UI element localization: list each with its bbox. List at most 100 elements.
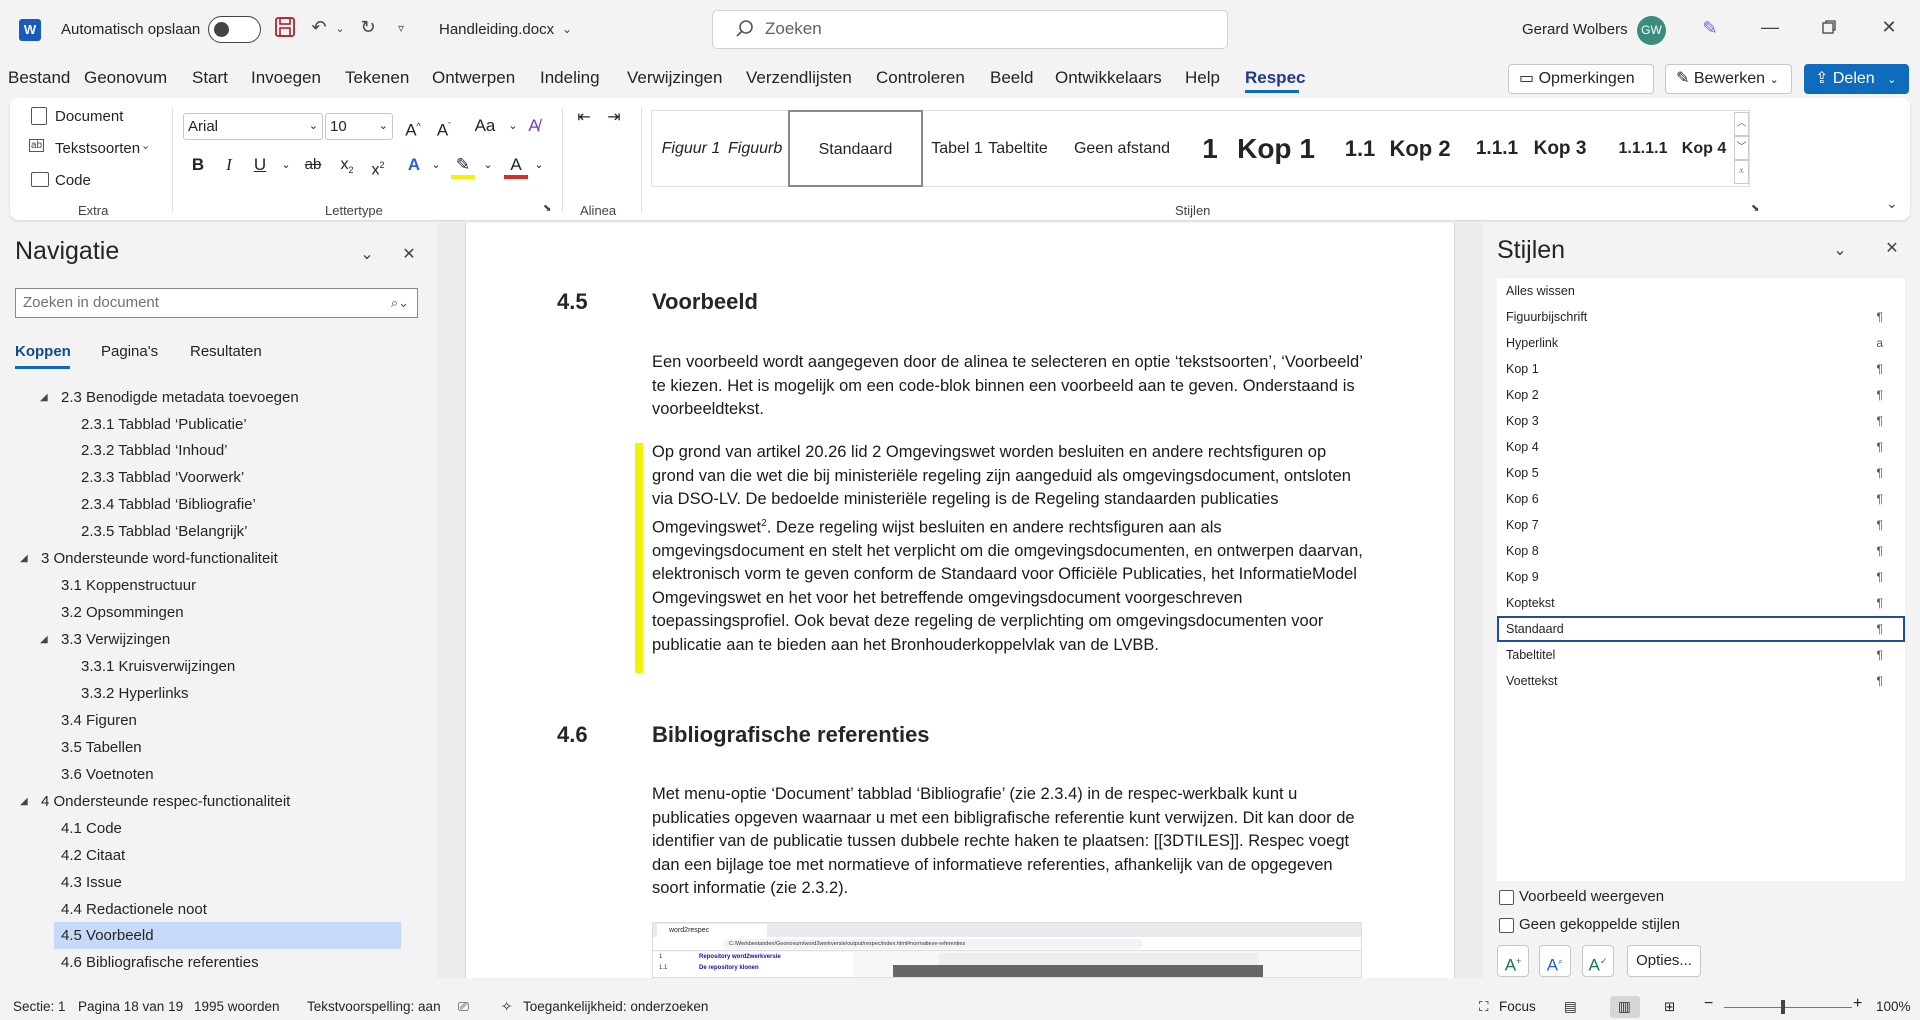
nav-item[interactable]: 2.3.4 Tabblad ‘Bibliografie’ [81, 491, 256, 518]
styles-gallery[interactable]: Figuur 1 Figuurb Standaard Tabel 1 Tabel… [651, 110, 1750, 187]
collapse-triangle-icon[interactable]: ◢ [20, 796, 28, 807]
style-tabel1[interactable]: Tabel 1 [927, 111, 987, 186]
zoom-out-icon[interactable]: − [1704, 995, 1713, 1013]
search-icon[interactable]: ⌕⌄ [391, 289, 409, 317]
style-row[interactable]: Kop 4 ¶ [1497, 434, 1905, 460]
tab-koppen[interactable]: Koppen [15, 343, 71, 360]
nav-item[interactable]: 2.3.3 Tabblad ‘Voorwerk’ [81, 464, 244, 491]
close-icon[interactable]: ✕ [1876, 14, 1902, 40]
collapse-triangle-icon[interactable]: ◢ [40, 392, 48, 403]
close-icon[interactable]: ✕ [398, 242, 420, 268]
nav-item[interactable]: 2.3.1 Tabblad ‘Publicatie’ [81, 411, 247, 438]
style-tabeltitel[interactable]: Tabeltite [988, 111, 1048, 186]
font-color-icon[interactable]: A [504, 153, 528, 179]
restore-icon[interactable] [1816, 16, 1842, 42]
underline-icon[interactable]: U [248, 153, 272, 177]
print-layout-icon[interactable]: ▥ [1618, 999, 1631, 1015]
increase-indent-icon[interactable]: ⇥ [602, 106, 626, 130]
chevron-down-icon[interactable]: ⌄ [527, 153, 551, 177]
read-mode-icon[interactable]: ▤ [1564, 999, 1577, 1015]
chevron-down-icon[interactable]: ⌄ [141, 139, 150, 152]
dialog-launcher-icon[interactable]: ⬊ [1751, 203, 1759, 214]
nav-item[interactable]: 3.6 Voetnoten [61, 761, 154, 788]
document-button[interactable]: Document [55, 108, 123, 125]
zoom-level[interactable]: 100% [1876, 999, 1911, 1014]
customize-toolbar-icon[interactable]: ▿ [391, 15, 411, 41]
status-page[interactable]: Pagina 18 van 19 [78, 999, 183, 1014]
search-in-document-input[interactable]: Zoeken in document ⌕⌄ [15, 288, 418, 318]
chevron-down-icon[interactable]: ⌄ [424, 153, 448, 177]
style-row[interactable]: Kop 1 ¶ [1497, 356, 1905, 382]
menu-indeling[interactable]: Indeling [540, 68, 600, 88]
nav-item[interactable]: 3.4 Figuren [61, 707, 137, 734]
style-row[interactable]: Koptekst ¶ [1497, 590, 1905, 616]
editing-button[interactable]: ✎ Bewerken ⌄ [1665, 64, 1792, 94]
zoom-in-icon[interactable]: + [1853, 995, 1862, 1013]
style-row[interactable]: Alles wissen [1497, 278, 1905, 304]
web-layout-icon[interactable]: ⊞ [1664, 999, 1675, 1015]
menu-ontwerpen[interactable]: Ontwerpen [432, 68, 515, 88]
decrease-indent-icon[interactable]: ⇤ [572, 106, 596, 130]
style-figuurbijschrift[interactable]: Figuurb [728, 111, 782, 186]
document-filename[interactable]: Handleiding.docx [439, 21, 554, 38]
nav-item[interactable]: 2.3.5 Tabblad ‘Belangrijk’ [81, 518, 248, 545]
style-kop1[interactable]: Kop 1 [1230, 111, 1322, 186]
chevron-down-icon[interactable]: ⌄ [1829, 238, 1851, 264]
menu-start[interactable]: Start [192, 68, 228, 88]
new-style-icon[interactable]: A+ [1497, 945, 1529, 977]
save-icon[interactable] [272, 16, 298, 45]
zoom-slider-track[interactable] [1724, 1007, 1852, 1008]
menu-tekenen[interactable]: Tekenen [345, 68, 409, 88]
chevron-down-icon[interactable]: ⌄ [476, 153, 500, 177]
nav-item-selected[interactable]: 4.5 Voorbeeld [61, 922, 154, 949]
tab-resultaten[interactable]: Resultaten [190, 343, 262, 360]
manage-styles-icon[interactable]: A✓ [1582, 945, 1614, 977]
filename-dropdown-icon[interactable]: ⌄ [558, 16, 576, 42]
strikethrough-icon[interactable]: ab [301, 153, 325, 177]
chevron-down-icon[interactable]: ⌄ [274, 153, 298, 177]
text-types-button[interactable]: Tekstsoorten [55, 140, 140, 157]
style-row[interactable]: Figuurbijschrift ¶ [1497, 304, 1905, 330]
close-icon[interactable]: ✕ [1881, 236, 1903, 262]
style-kop3[interactable]: Kop 3 [1527, 111, 1593, 186]
options-button[interactable]: Opties... [1627, 945, 1701, 977]
share-button[interactable]: ⇪ Delen ⌄ [1804, 64, 1909, 94]
nav-item[interactable]: 4.3 Issue [61, 869, 122, 896]
change-case-icon[interactable]: Aa [468, 114, 502, 138]
preview-checkbox[interactable] [1499, 890, 1514, 905]
highlight-icon[interactable]: ✎ [451, 153, 475, 179]
minimize-icon[interactable]: — [1757, 14, 1783, 40]
font-family-select[interactable]: Arial ⌄ [183, 113, 323, 140]
linked-styles-checkbox[interactable] [1499, 918, 1514, 933]
style-kop3-number[interactable]: 1.1.1 [1470, 111, 1524, 186]
menu-geonovum[interactable]: Geonovum [84, 68, 167, 88]
italic-icon[interactable]: I [217, 153, 241, 177]
style-kop4[interactable]: Kop 4 [1676, 111, 1732, 186]
nav-item[interactable]: 2.3.2 Tabblad ‘Inhoud’ [81, 437, 228, 464]
collapse-triangle-icon[interactable]: ◢ [20, 553, 28, 564]
nav-item[interactable]: 3.3.2 Hyperlinks [81, 680, 189, 707]
clear-formatting-icon[interactable]: A̸ [522, 114, 546, 138]
search-box[interactable]: Zoeken [712, 10, 1228, 49]
style-inspector-icon[interactable]: A⌕ [1539, 945, 1571, 977]
dialog-launcher-icon[interactable]: ⬊ [543, 203, 551, 214]
status-text-prediction[interactable]: Tekstvoorspelling: aan [307, 999, 441, 1014]
proofing-icon[interactable]: ⎚ [458, 999, 469, 1015]
text-effects-icon[interactable]: A [402, 153, 426, 177]
nav-item[interactable]: 3.1 Koppenstructuur [61, 572, 196, 599]
zoom-slider-thumb[interactable] [1781, 1000, 1785, 1014]
superscript-icon[interactable]: x2 [366, 153, 390, 182]
style-row-selected[interactable]: Standaard ¶ [1497, 616, 1905, 642]
style-kop4-number[interactable]: 1.1.1.1 [1613, 111, 1673, 186]
style-geen-afstand[interactable]: Geen afstand [1062, 111, 1182, 186]
style-kop2[interactable]: Kop 2 [1384, 111, 1456, 186]
bold-icon[interactable]: B [186, 153, 210, 177]
style-row[interactable]: Kop 2 ¶ [1497, 382, 1905, 408]
status-word-count[interactable]: 1995 woorden [194, 999, 280, 1014]
nav-item[interactable]: 4.2 Citaat [61, 842, 125, 869]
style-row[interactable]: Kop 9 ¶ [1497, 564, 1905, 590]
undo-dropdown-icon[interactable]: ⌄ [333, 16, 347, 42]
chevron-down-icon[interactable]: ⌄ [356, 242, 378, 268]
nav-item[interactable]: 3 Ondersteunde word-functionaliteit [41, 545, 278, 572]
font-size-select[interactable]: 10 ⌄ [325, 113, 393, 140]
